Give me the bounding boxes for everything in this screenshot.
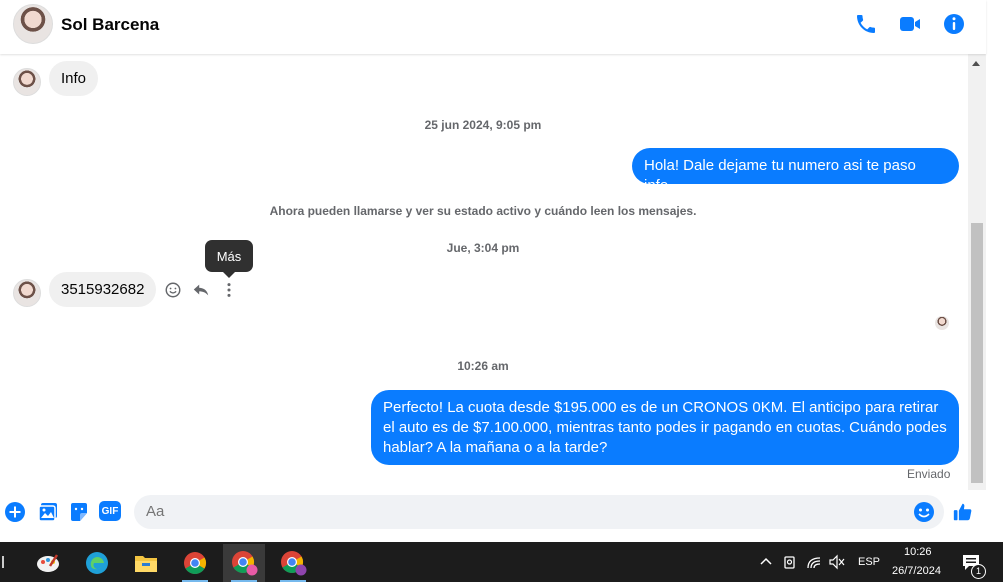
phone-icon[interactable]: [854, 12, 878, 36]
file-explorer-icon[interactable]: [125, 544, 167, 582]
outgoing-message[interactable]: Perfecto! La cuota desde $195.000 es de …: [371, 390, 959, 465]
sticker-icon[interactable]: [68, 501, 90, 523]
edge-icon: [86, 552, 108, 574]
reply-icon[interactable]: [192, 281, 210, 299]
chrome-profile-c-icon[interactable]: [223, 544, 265, 582]
incoming-message[interactable]: 3515932682: [49, 272, 157, 307]
image-gallery-icon[interactable]: [37, 501, 59, 523]
contact-name[interactable]: Sol Barcena: [61, 15, 159, 35]
contact-avatar-small[interactable]: [13, 279, 41, 307]
scroll-thumb[interactable]: [971, 223, 983, 483]
timestamp: Jue, 3:04 pm: [446, 241, 520, 255]
react-emoji-icon[interactable]: [164, 281, 182, 299]
timestamp: 10:26 am: [457, 359, 509, 373]
incoming-message[interactable]: Info: [49, 61, 99, 96]
meet-now-icon[interactable]: [783, 554, 797, 570]
chrome-profile-lock-icon[interactable]: [272, 544, 314, 582]
outgoing-message[interactable]: Hola! Dale dejame tu numero asi te paso …: [632, 148, 959, 194]
timestamp: 25 jun 2024, 9:05 pm: [424, 118, 542, 132]
scroll-up-arrow[interactable]: [972, 61, 980, 66]
gif-icon[interactable]: GIF: [99, 501, 121, 521]
chrome-lock-icon: [281, 551, 307, 576]
taskbar-edge-handle: [2, 556, 4, 568]
chat-header: Sol Barcena: [0, 0, 986, 54]
more-tooltip: Más: [205, 240, 253, 278]
video-camera-icon[interactable]: [898, 12, 922, 36]
sent-status: Enviado: [907, 467, 951, 481]
thumbs-up-icon[interactable]: [952, 501, 974, 523]
palette-icon: [37, 554, 59, 572]
folder-icon: [135, 556, 157, 572]
system-notice: Ahora pueden llamarse y ver su estado ac…: [269, 204, 697, 218]
clock-time[interactable]: 10:26: [904, 546, 932, 558]
read-receipt-avatar: [935, 316, 949, 330]
plus-circle-icon[interactable]: [4, 501, 26, 523]
chevron-up-icon[interactable]: [760, 556, 772, 566]
volume-muted-icon[interactable]: [828, 554, 846, 570]
paint-app-icon[interactable]: [27, 544, 69, 582]
chrome-icon: [184, 552, 206, 574]
clock-date[interactable]: 26/7/2024: [892, 565, 941, 577]
wifi-icon[interactable]: [806, 554, 822, 570]
notification-count-badge: 1: [971, 564, 986, 579]
edge-browser-icon[interactable]: [76, 544, 118, 582]
message-input[interactable]: [134, 495, 944, 529]
chrome-browser-icon[interactable]: [174, 544, 216, 582]
info-icon[interactable]: [942, 12, 966, 36]
emoji-icon[interactable]: [913, 501, 935, 523]
contact-avatar[interactable]: [13, 4, 53, 44]
more-options-icon[interactable]: [220, 281, 238, 299]
chrome-profile-icon: [232, 551, 258, 576]
language-indicator[interactable]: ESP: [858, 556, 880, 568]
contact-avatar-small[interactable]: [13, 68, 41, 96]
